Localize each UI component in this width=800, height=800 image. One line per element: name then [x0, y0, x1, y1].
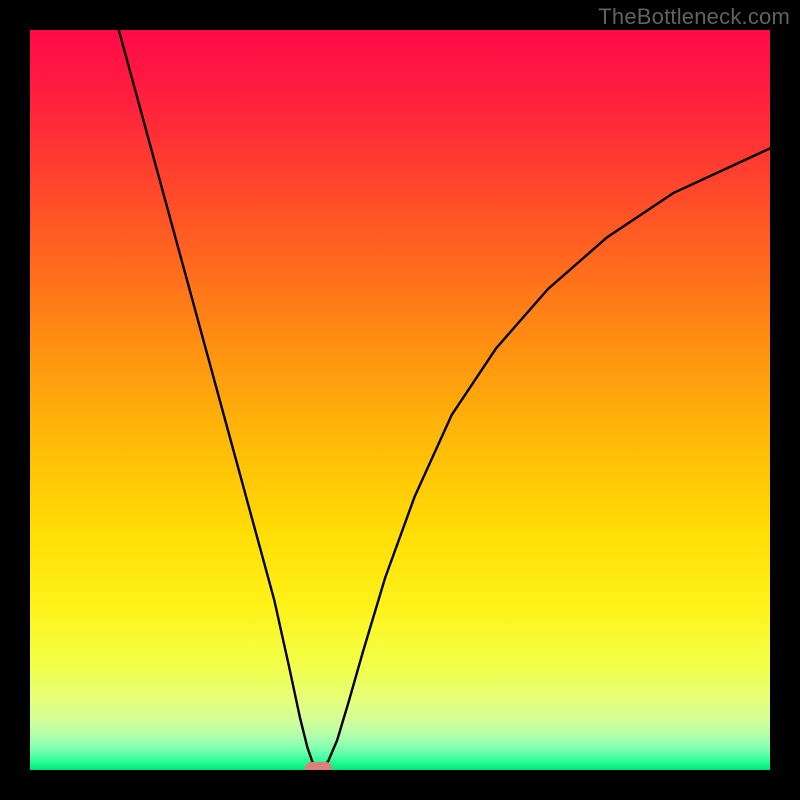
bottleneck-curve: [30, 30, 770, 770]
watermark-text: TheBottleneck.com: [598, 4, 790, 30]
plot-area: [30, 30, 770, 770]
chart-canvas: TheBottleneck.com: [0, 0, 800, 800]
optimal-marker: [305, 762, 332, 770]
